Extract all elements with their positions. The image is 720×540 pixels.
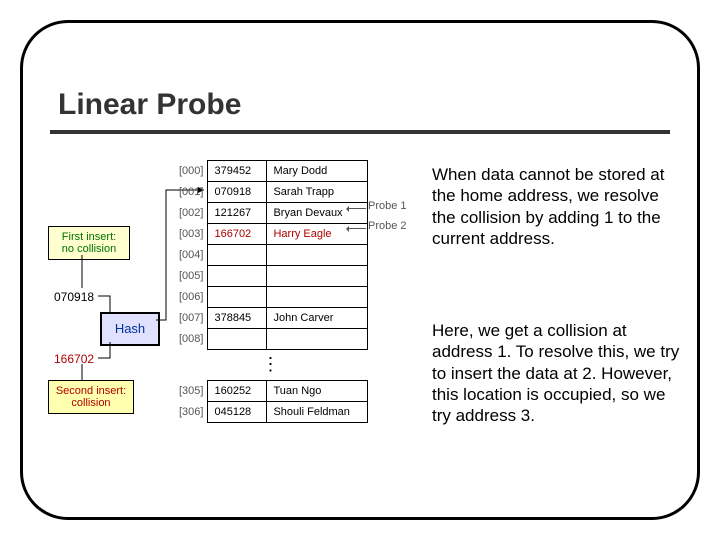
row-index: [002]	[173, 203, 208, 224]
table-row: [006]	[173, 287, 368, 308]
table-row: [306]045128Shouli Feldman	[173, 402, 368, 423]
row-key: 379452	[208, 161, 267, 182]
row-key: 045128	[208, 402, 267, 423]
key-166702: 166702	[54, 352, 94, 366]
row-name: Sarah Trapp	[267, 182, 368, 203]
row-index: [004]	[173, 245, 208, 266]
row-name	[267, 329, 368, 350]
row-index: [005]	[173, 266, 208, 287]
row-name: Harry Eagle	[267, 224, 368, 245]
callout-second-insert: Second insert: collision	[48, 380, 134, 414]
row-index: [306]	[173, 402, 208, 423]
row-name: Shouli Feldman	[267, 402, 368, 423]
row-index: [007]	[173, 308, 208, 329]
row-index: [008]	[173, 329, 208, 350]
row-key: 166702	[208, 224, 267, 245]
title-underline-rule	[50, 130, 670, 134]
table-row: [001]070918Sarah Trapp	[173, 182, 368, 203]
hash-function-box: Hash	[100, 312, 160, 346]
row-index: [000]	[173, 161, 208, 182]
table-row: [002]121267Bryan Devaux	[173, 203, 368, 224]
row-index: [001]	[173, 182, 208, 203]
table-row: [004]	[173, 245, 368, 266]
paragraph-definition: When data cannot be stored at the home a…	[432, 164, 682, 249]
row-key: 070918	[208, 182, 267, 203]
row-name: John Carver	[267, 308, 368, 329]
row-key	[208, 287, 267, 308]
table-row: [003]166702Harry Eagle	[173, 224, 368, 245]
row-index: [305]	[173, 381, 208, 402]
row-name	[267, 287, 368, 308]
callout-first-insert: First insert: no collision	[48, 226, 130, 260]
paragraph-example: Here, we get a collision at address 1. T…	[432, 320, 682, 426]
row-name	[267, 266, 368, 287]
row-key	[208, 266, 267, 287]
slide: Linear Probe When data cannot be stored …	[0, 0, 720, 540]
row-key	[208, 329, 267, 350]
probe-1-label: Probe 1	[368, 200, 407, 212]
row-key: 378845	[208, 308, 267, 329]
hash-table: [000]379452Mary Dodd[001]070918Sarah Tra…	[173, 160, 368, 423]
table-row: [305]160252Tuan Ngo	[173, 381, 368, 402]
probe-1-arrow-icon	[348, 208, 366, 209]
row-key: 160252	[208, 381, 267, 402]
row-name	[267, 245, 368, 266]
table-ellipsis: ⋮	[173, 350, 368, 381]
table-row: [005]	[173, 266, 368, 287]
row-name: Bryan Devaux	[267, 203, 368, 224]
row-index: [003]	[173, 224, 208, 245]
slide-title: Linear Probe	[58, 88, 241, 122]
row-key: 121267	[208, 203, 267, 224]
row-key	[208, 245, 267, 266]
row-name: Mary Dodd	[267, 161, 368, 182]
probe-2-label: Probe 2	[368, 220, 407, 232]
probe-2-arrow-icon	[348, 228, 366, 229]
key-070918: 070918	[54, 290, 94, 304]
hash-diagram: First insert: no collision Second insert…	[48, 160, 418, 520]
table-row: [008]	[173, 329, 368, 350]
row-name: Tuan Ngo	[267, 381, 368, 402]
table-row: [007]378845John Carver	[173, 308, 368, 329]
row-index: [006]	[173, 287, 208, 308]
table-row: [000]379452Mary Dodd	[173, 161, 368, 182]
